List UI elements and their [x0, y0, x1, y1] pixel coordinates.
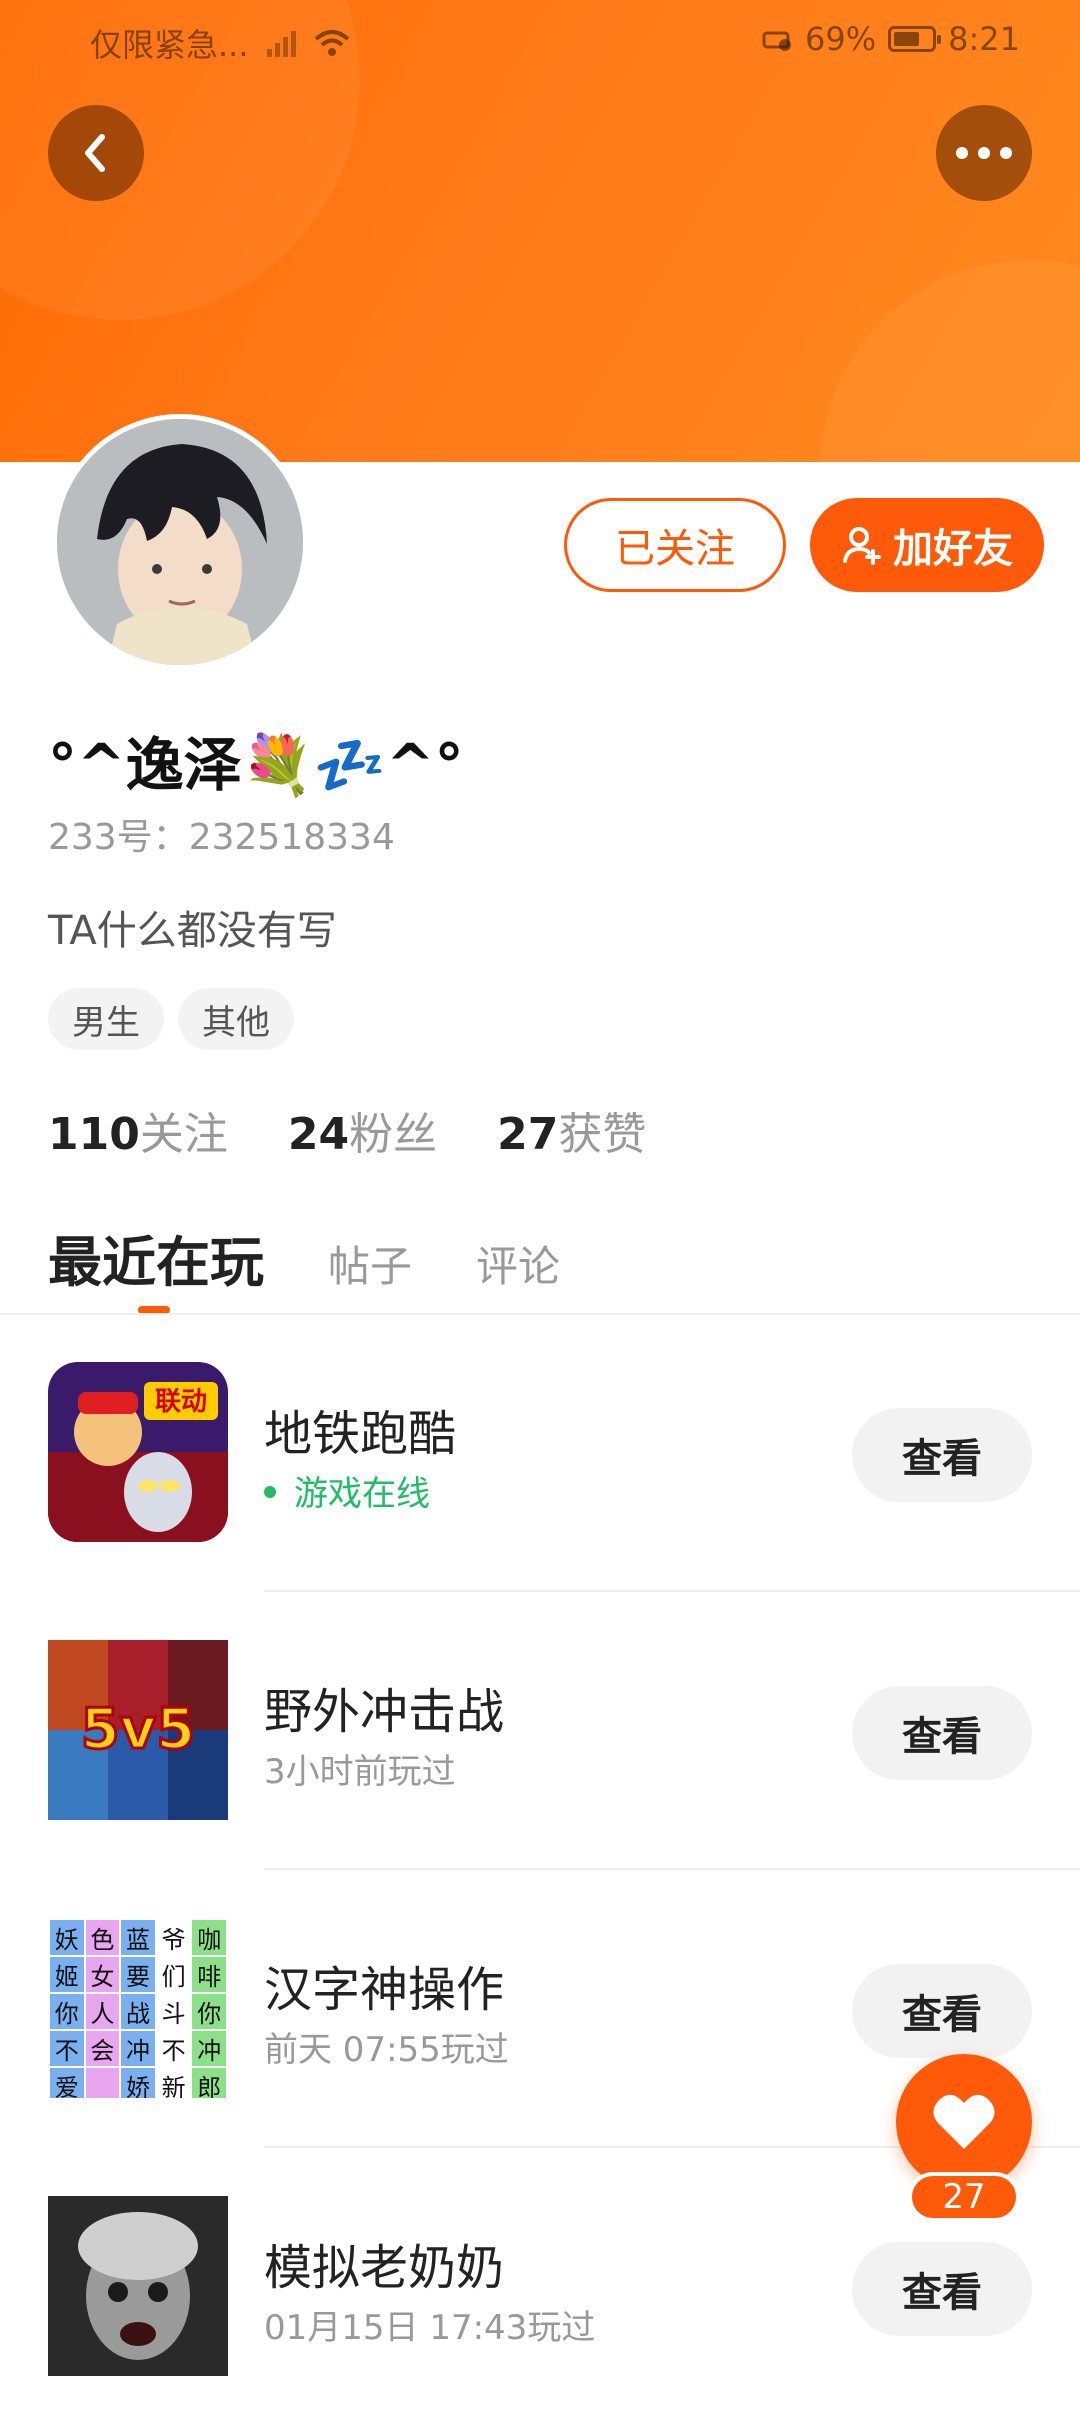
profile-bio: TA什么都没有写	[48, 908, 337, 954]
recent-games-list: 联动 地铁跑酷 游戏在线 查看 5v5 野外冲击战 3小时前玩过 查看 妖 色 …	[0, 1314, 1080, 2426]
grid-char-cell: 你	[50, 1994, 84, 2029]
signal-icon	[266, 29, 296, 57]
game-last-played: 01月15日 17:43玩过	[264, 2308, 596, 2348]
grid-char-cell: 会	[85, 2031, 120, 2066]
grid-char-cell: 新	[156, 2068, 191, 2098]
following-count: 110	[48, 1109, 140, 1160]
avatar-image	[57, 419, 303, 665]
game-name: 模拟老奶奶	[264, 2240, 505, 2296]
profile-stats: 110关注 24粉丝 27获赞	[48, 1098, 646, 1162]
grid-char-cell: 你	[192, 1994, 226, 2029]
profile-tabs: 最近在玩 帖子 评论	[48, 1218, 560, 1297]
game-name: 汉字神操作	[264, 1962, 505, 2018]
chevron-left-icon	[85, 134, 105, 172]
heart-icon	[933, 2094, 995, 2149]
add-friend-label: 加好友	[893, 526, 1013, 572]
grid-char-cell: 蓝	[121, 1920, 155, 1955]
avatar[interactable]	[52, 414, 308, 670]
more-button[interactable]	[936, 105, 1032, 201]
chinese-character-grid-icon: 妖色蓝爷咖姬女要们啡你人战斗你不会冲不冲爱娇新郎	[48, 1918, 228, 2098]
following-stat[interactable]: 110关注	[48, 1098, 228, 1162]
fans-count: 24	[287, 1109, 350, 1160]
grid-char-cell: 不	[156, 2031, 191, 2066]
tab-posts[interactable]: 帖子	[328, 1233, 412, 1294]
following-label: 关注	[139, 1109, 228, 1160]
wifi-icon	[314, 30, 349, 56]
grid-char-cell: 要	[121, 1957, 155, 1992]
fans-stat[interactable]: 24粉丝	[288, 1098, 437, 1162]
grid-char-cell	[85, 2068, 120, 2098]
game-name: 野外冲击战	[264, 1684, 505, 1740]
header-decoration	[820, 260, 1080, 462]
grid-char-cell: 爷	[156, 1920, 191, 1955]
5v5-battle-icon: 5v5	[48, 1640, 228, 1820]
car-mode-icon	[762, 31, 792, 51]
grid-char-cell: 战	[121, 1994, 155, 2029]
view-game-button[interactable]: 查看	[852, 1408, 1032, 1502]
list-item[interactable]: 5v5 野外冲击战 3小时前玩过 查看	[0, 1592, 1080, 1870]
add-friend-button[interactable]: 加好友	[810, 498, 1044, 592]
tag-other: 其他	[178, 988, 294, 1050]
svg-text:联动: 联动	[155, 1387, 207, 1417]
user-id: 233号：232518334	[48, 817, 395, 858]
grid-char-cell: 不	[50, 2031, 84, 2066]
carrier-text: 仅限紧急...	[90, 26, 249, 64]
grid-char-cell: 爱	[50, 2068, 84, 2098]
game-last-played: 3小时前玩过	[264, 1752, 456, 1792]
battery-icon	[888, 26, 942, 52]
status-bar: 仅限紧急... 69% 8:21	[0, 0, 1080, 84]
game-last-played: 前天 07:55玩过	[264, 2030, 509, 2070]
tab-comments[interactable]: 评论	[476, 1233, 560, 1294]
game-name: 地铁跑酷	[264, 1406, 457, 1462]
view-game-button[interactable]: 查看	[852, 1964, 1032, 2058]
list-item[interactable]: 联动 地铁跑酷 游戏在线 查看	[0, 1314, 1080, 1592]
grid-char-cell: 冲	[192, 2031, 226, 2066]
granny-icon	[48, 2196, 228, 2376]
grid-char-cell: 色	[85, 1920, 120, 1955]
tag-gender: 男生	[48, 988, 164, 1050]
followed-button[interactable]: 已关注	[564, 498, 786, 592]
grid-char-cell: 啡	[192, 1957, 226, 1992]
grid-char-cell: 们	[156, 1957, 191, 1992]
likes-label: 获赞	[558, 1109, 647, 1160]
grid-char-cell: 郎	[192, 2068, 226, 2098]
grid-char-cell: 妖	[50, 1920, 84, 1955]
view-game-button[interactable]: 查看	[852, 2242, 1032, 2336]
more-dots-icon	[956, 147, 1012, 159]
grid-char-cell: 姬	[50, 1957, 84, 1992]
tab-recent-playing[interactable]: 最近在玩	[48, 1218, 264, 1297]
grid-char-cell: 人	[85, 1994, 120, 2029]
game-online-status: 游戏在线	[264, 1466, 430, 1515]
grid-char-cell: 咖	[192, 1920, 226, 1955]
grid-char-cell: 女	[85, 1957, 120, 1992]
followed-label: 已关注	[615, 526, 735, 572]
profile-nickname: °^逸泽💐💤^°	[48, 731, 464, 799]
profile-tags: 男生 其他	[48, 988, 294, 1050]
view-game-button[interactable]: 查看	[852, 1686, 1032, 1780]
grid-char-cell: 斗	[156, 1994, 191, 2029]
svg-text:5v5: 5v5	[81, 1697, 195, 1762]
battery-percent: 69%	[805, 20, 877, 58]
likes-stat: 27获赞	[497, 1098, 646, 1162]
back-button[interactable]	[48, 105, 144, 201]
subway-surfers-icon: 联动	[48, 1362, 228, 1542]
grid-char-cell: 娇	[121, 2068, 155, 2098]
fans-label: 粉丝	[349, 1109, 438, 1160]
clock: 8:21	[948, 20, 1020, 58]
like-count-badge: 27	[908, 2172, 1020, 2222]
like-button[interactable]	[896, 2054, 1032, 2190]
likes-count: 27	[497, 1109, 559, 1160]
grid-char-cell: 冲	[121, 2031, 155, 2066]
add-user-icon	[843, 527, 881, 565]
